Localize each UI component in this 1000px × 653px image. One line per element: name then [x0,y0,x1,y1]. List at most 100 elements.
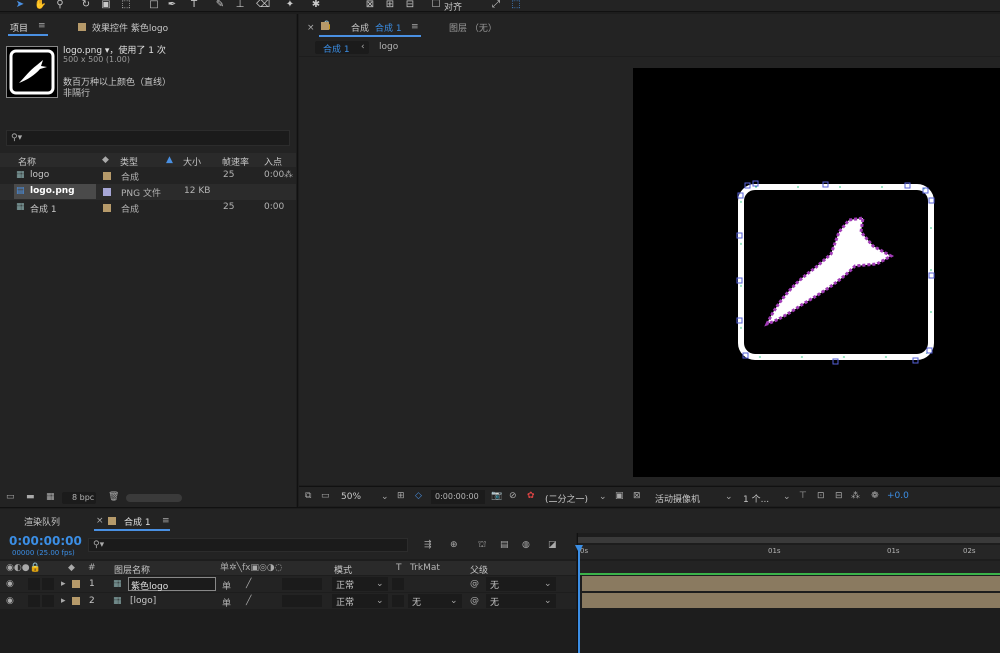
trkmat-dropdown[interactable]: 无 ⌄ [408,594,462,608]
type-tool-icon[interactable]: T [188,0,200,10]
pickwhip-icon[interactable]: @ [470,580,479,589]
table-row[interactable]: ◉ ▸ 2 ▦ [logo] 单 ╱ 正常 ⌄ 无 ⌄ @ 无 ⌄ [0,593,576,609]
timeline-search-input[interactable]: ⚲▾ [88,538,408,552]
shy-switch[interactable]: 单 [222,579,231,592]
camera-snapshot-icon[interactable]: 📷 [491,492,502,501]
interpret-footage-icon[interactable]: ▭ [6,493,15,502]
quality-switch-icon[interactable]: ╱ [246,597,251,606]
layer-name-field[interactable]: 紫色logo [128,577,216,592]
show-snapshot-icon[interactable]: ⊘ [509,492,517,501]
timeline-tracks[interactable]: 0s 01s 01s 02s [575,533,1000,653]
flowchart-icon[interactable]: ⁂ [851,492,860,501]
expand-triangle-icon[interactable]: ▸ [61,580,66,589]
switches-area[interactable] [282,578,322,590]
always-preview-icon[interactable]: ⧉ [305,492,311,501]
solo-toggle[interactable] [28,595,40,607]
label-swatch[interactable] [72,597,80,605]
timeline-icon[interactable]: ⊟ [835,492,843,501]
world-axis-icon[interactable]: ⊞ [384,0,396,10]
new-folder-icon[interactable]: ▬ [26,493,35,502]
label-swatch[interactable] [103,172,111,180]
brush-tool-icon[interactable]: ✎ [214,0,226,10]
fast-previews-icon[interactable]: ⊡ [817,492,825,501]
views-dropdown[interactable]: 1 个... ⌄ [739,490,793,506]
camera-dropdown[interactable]: 活动摄像机 ⌄ [651,490,735,506]
col-type[interactable]: 类型 [120,155,138,168]
mode-dropdown[interactable]: 正常 ⌄ [332,577,388,591]
puppet-tool-icon[interactable]: ✱ [310,0,322,10]
local-axis-icon[interactable]: ⊠ [364,0,376,10]
label-swatch[interactable] [72,580,80,588]
preserve-transparency-toggle[interactable] [392,595,404,607]
close-icon[interactable]: × [307,24,315,33]
tab-composition-name[interactable]: 合成 1 [375,21,402,34]
table-row[interactable]: ◉ ▸ 1 ▦ 紫色logo 单 ╱ 正常 ⌄ @ 无 ⌄ [0,576,576,592]
expand-triangle-icon[interactable]: ▸ [61,597,66,606]
col-mode[interactable]: 模式 [334,563,352,576]
tab-render-queue[interactable]: 渲染队列 [24,515,60,528]
reset-exposure-icon[interactable]: ❁ [871,492,879,501]
layer-name[interactable]: [logo] [130,596,156,606]
view-axis-icon[interactable]: ⊟ [404,0,416,10]
tab-project[interactable]: 项目 [10,21,28,34]
col-name[interactable]: 名称 [18,155,36,168]
col-layer-name[interactable]: 图层名称 [114,563,150,576]
rotate-tool-icon[interactable]: ↻ [80,0,92,10]
col-fps[interactable]: 帧速率 [222,155,249,168]
tab-layer[interactable]: 图层 （无） [449,21,497,34]
layer-duration-bar[interactable] [582,593,1000,608]
composition-canvas[interactable] [633,68,1000,477]
motion-blur-icon[interactable]: ◍ [522,541,530,550]
composition-viewer[interactable] [299,57,1000,485]
eye-icon[interactable]: ◉ [6,580,14,589]
layer-duration-bar[interactable] [582,576,1000,591]
selection-tool-icon[interactable]: ➤ [14,0,26,10]
transparency-grid-icon[interactable]: ⊠ [633,492,641,501]
trash-icon[interactable]: 🗑 [108,493,119,502]
quality-switch-icon[interactable]: ╱ [246,580,251,589]
playhead[interactable] [578,547,580,653]
col-parent[interactable]: 父级 [470,563,488,576]
parent-dropdown[interactable]: 无 ⌄ [486,577,556,591]
exposure-value[interactable]: +0.0 [887,491,909,501]
list-item[interactable]: ▦ 合成 1 合成 25 0:00 [0,200,296,216]
eraser-tool-icon[interactable]: ⌫ [256,0,270,10]
toggle-pixel-aspect-icon[interactable]: ⊤ [799,492,807,501]
panel-menu-icon[interactable]: ≡ [411,23,419,32]
pan-behind-tool-icon[interactable]: ⬚ [120,0,132,10]
thumbnail-size-slider[interactable] [126,494,182,502]
label-swatch[interactable] [103,204,111,212]
tab-effect-controls[interactable]: 效果控件 紫色logo [92,21,168,34]
monitor-icon[interactable]: ▭ [321,492,330,501]
label-column-icon[interactable]: ◆ [68,564,75,573]
region-of-interest-icon[interactable]: ▣ [615,492,624,501]
project-search-input[interactable]: ⚲▾ [6,130,290,146]
new-composition-icon[interactable]: ▦ [46,493,55,502]
composition-mini-flowchart-icon[interactable]: ⇶ [424,541,432,550]
label-column-icon[interactable]: ◆ [102,156,109,165]
work-area-bar[interactable] [578,537,1000,543]
current-time-display[interactable]: 0:00:00:00 [431,490,485,504]
camera-tool-icon[interactable]: ▣ [100,0,112,10]
panel-menu-icon[interactable]: ≡ [38,22,46,31]
snap-grid-icon[interactable]: ⬚ [510,0,522,10]
col-size[interactable]: 大小 [183,155,201,168]
safe-margins-icon[interactable]: ⊞ [397,492,405,501]
lock-toggle[interactable] [42,578,54,590]
mode-dropdown[interactable]: 正常 ⌄ [332,594,388,608]
snapping-checkbox[interactable]: ☐ [430,0,442,10]
label-swatch[interactable] [103,188,111,196]
list-item[interactable]: ▤ logo.png PNG 文件 12 KB [0,184,296,200]
solo-toggle[interactable] [28,578,40,590]
parent-dropdown[interactable]: 无 ⌄ [486,594,556,608]
flowchart-icon[interactable]: ⁂ [284,171,293,180]
resolution-dropdown[interactable]: (二分之一) ⌄ [543,490,607,506]
shy-switch[interactable]: 单 [222,596,231,609]
draft-3d-icon[interactable]: ⊕ [450,541,458,550]
pickwhip-icon[interactable]: @ [470,597,479,606]
breadcrumb-item[interactable]: logo [379,42,398,52]
tab-timeline-comp[interactable]: 合成 1 [124,515,151,528]
hand-tool-icon[interactable]: ✋ [34,0,46,10]
shy-layers-icon[interactable]: ⛫ [478,541,486,550]
zoom-dropdown[interactable]: 50% ⌄ [337,490,391,504]
